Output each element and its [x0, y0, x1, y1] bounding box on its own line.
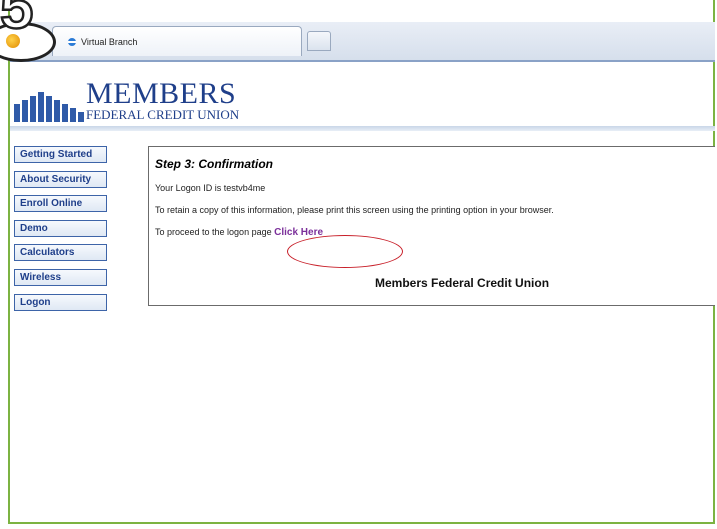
logo: MEMBERS FEDERAL CREDIT UNION: [14, 72, 239, 122]
logo-text: MEMBERS FEDERAL CREDIT UNION: [86, 77, 240, 122]
sidebar-item-wireless[interactable]: Wireless: [14, 268, 107, 286]
browser-tab-virtual-branch[interactable]: Virtual Branch: [52, 26, 302, 56]
credit-union-name: Members Federal Credit Union: [375, 276, 550, 290]
sidebar-item-calculators[interactable]: Calculators: [14, 244, 107, 262]
highlight-circle-annotation: [287, 235, 403, 268]
header-divider: [10, 126, 715, 131]
new-tab-button[interactable]: [307, 31, 331, 51]
logon-id-text: Your Logon ID is testvb4me: [155, 183, 266, 193]
browser-tab-label: Virtual Branch: [81, 36, 138, 47]
ie-favicon-icon: [67, 37, 77, 47]
logo-sub-text: FEDERAL CREDIT UNION: [86, 107, 240, 122]
sidebar-item-getting-started[interactable]: Getting Started: [14, 146, 107, 163]
proceed-text: To proceed to the logon page: [155, 227, 272, 237]
page-title: Step 3: Confirmation: [155, 157, 274, 171]
retain-info-text: To retain a copy of this information, pl…: [155, 205, 554, 215]
tab-underline: [10, 60, 715, 62]
sidebar-item-about-security[interactable]: About Security: [14, 170, 107, 188]
logo-main-text: MEMBERS: [86, 77, 237, 110]
confirmation-panel: Step 3: Confirmation Your Logon ID is te…: [148, 146, 715, 306]
proceed-line: To proceed to the logon page Click Here: [155, 227, 715, 238]
sidebar-item-enroll-online[interactable]: Enroll Online: [14, 195, 107, 213]
logo-bars-icon: [14, 78, 84, 122]
sidebar-item-logon[interactable]: Logon: [14, 293, 107, 311]
sidebar-item-demo[interactable]: Demo: [14, 219, 107, 237]
step-number: 5: [0, 0, 35, 41]
sidebar-nav: Getting Started About Security Enroll On…: [14, 146, 110, 318]
